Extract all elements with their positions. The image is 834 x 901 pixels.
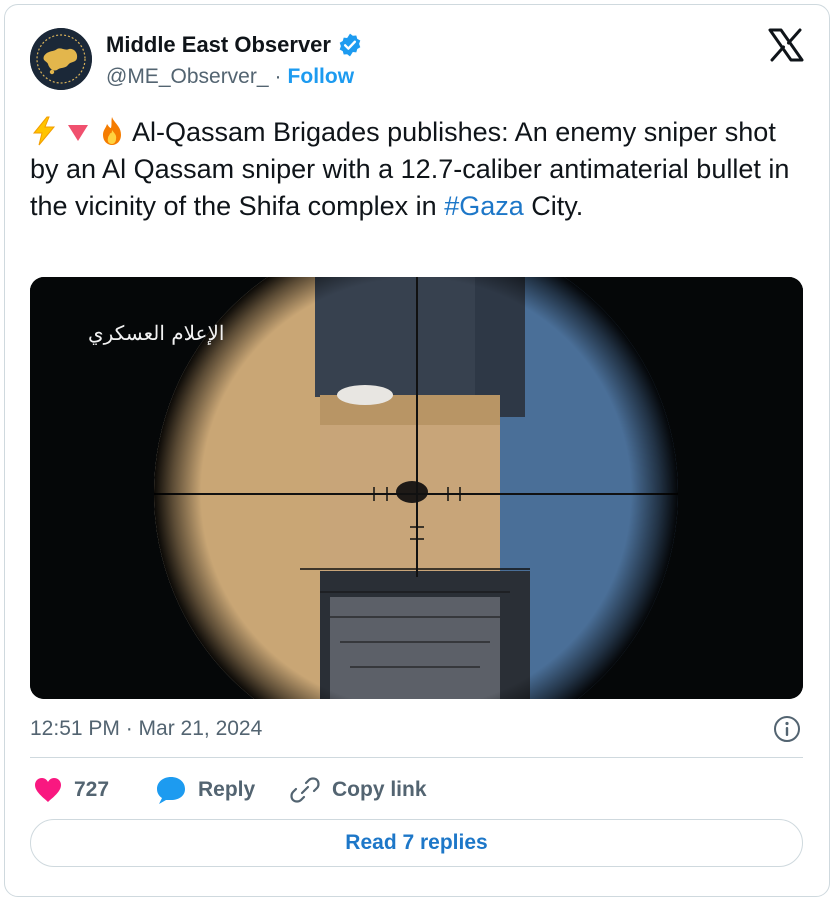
meta-separator: · [274, 65, 282, 88]
verified-badge-icon [339, 33, 361, 57]
lightning-icon [32, 116, 56, 146]
link-icon [290, 777, 320, 803]
info-icon[interactable] [773, 715, 801, 743]
middle-east-map-emblem-icon [30, 28, 92, 90]
tweet-body: Al-Qassam Brigades publishes: An enemy s… [30, 117, 790, 221]
author-handle[interactable]: @ME_Observer_ [106, 65, 269, 89]
read-replies-button[interactable]: Read 7 replies [30, 819, 803, 867]
like-count: 727 [74, 778, 110, 801]
fire-icon [103, 117, 121, 145]
heart-icon [35, 778, 61, 802]
avatar[interactable] [30, 28, 92, 90]
author-display-name[interactable]: Middle East Observer [106, 32, 331, 58]
tweet-media[interactable]: الإعلام العسكري [30, 277, 803, 699]
reply-label: Reply [198, 778, 256, 801]
copy-link-label: Copy link [332, 778, 427, 801]
x-logo-icon[interactable] [768, 28, 804, 62]
hashtag-link[interactable]: #Gaza [444, 191, 524, 221]
tweet-text: Al-Qassam Brigades publishes: An enemy s… [30, 114, 810, 225]
reply-bubble-icon [157, 777, 185, 804]
author-name-row[interactable]: Middle East Observer [106, 31, 363, 59]
read-replies-label: Read 7 replies [345, 831, 488, 854]
video-watermark: الإعلام العسكري [88, 321, 225, 345]
author-meta-row: @ME_Observer_ · Follow [106, 63, 354, 91]
divider [30, 757, 803, 758]
reply-button[interactable]: Reply [156, 774, 255, 806]
like-button[interactable]: 727 [34, 774, 109, 806]
copy-link-button[interactable]: Copy link [290, 774, 427, 806]
follow-button[interactable]: Follow [288, 65, 355, 89]
tweet-body-tail: City. [523, 191, 584, 221]
tweet-timestamp[interactable]: 12:51 PM · Mar 21, 2024 [30, 714, 262, 744]
down-triangle-icon [68, 125, 88, 141]
